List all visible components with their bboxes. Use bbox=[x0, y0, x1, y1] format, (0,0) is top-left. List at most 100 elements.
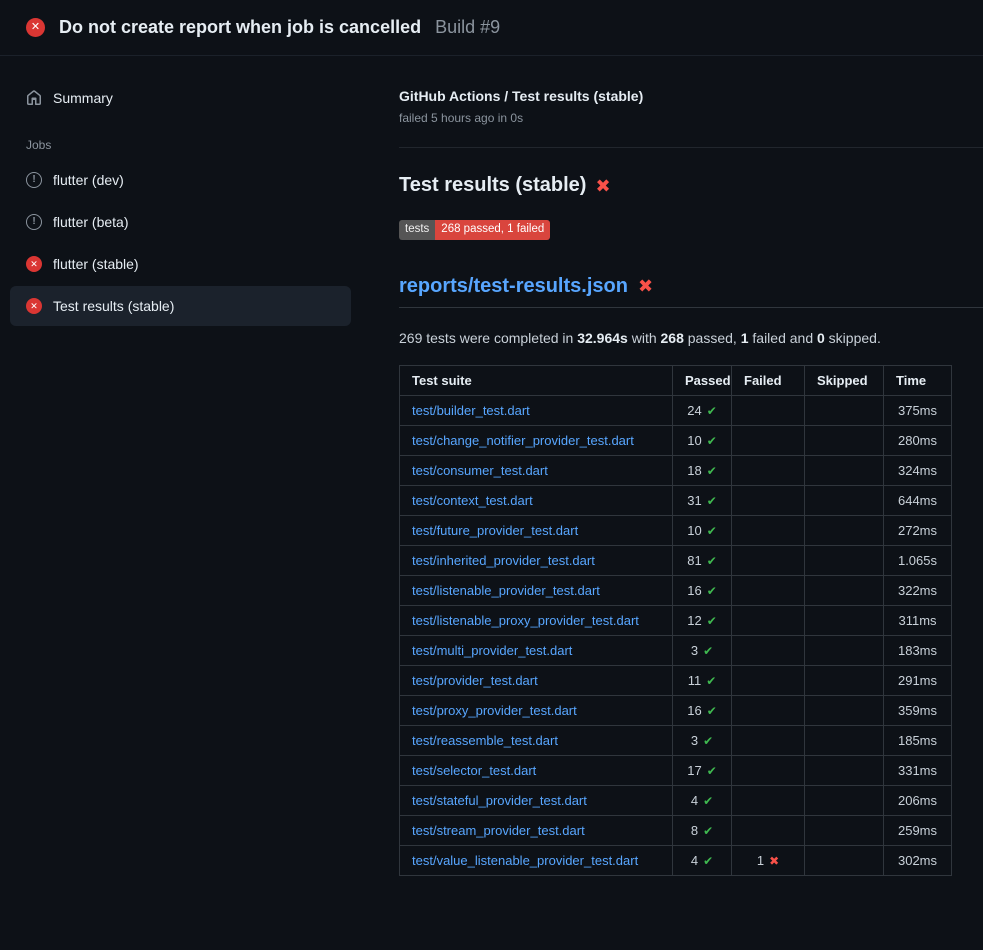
check-icon: ✔ bbox=[703, 734, 713, 748]
test-suite-link[interactable]: test/consumer_test.dart bbox=[412, 463, 548, 478]
check-icon: ✔ bbox=[707, 434, 717, 448]
report-link[interactable]: reports/test-results.json bbox=[399, 275, 628, 298]
test-suite-link[interactable]: test/proxy_provider_test.dart bbox=[412, 703, 577, 718]
passed-cell: 17✔ bbox=[673, 755, 732, 785]
check-icon: ✔ bbox=[703, 644, 713, 658]
test-suite-link[interactable]: test/listenable_provider_test.dart bbox=[412, 583, 600, 598]
suite-cell: test/context_test.dart bbox=[400, 485, 673, 515]
summary-duration: 32.964s bbox=[577, 330, 628, 346]
test-suite-link[interactable]: test/reassemble_test.dart bbox=[412, 733, 558, 748]
test-suite-link[interactable]: test/change_notifier_provider_test.dart bbox=[412, 433, 634, 448]
skipped-cell bbox=[805, 515, 884, 545]
sidebar-item-test-results-stable[interactable]: ✕ Test results (stable) bbox=[10, 286, 351, 326]
sidebar-item-flutter-beta[interactable]: ! flutter (beta) bbox=[10, 202, 351, 242]
passed-cell: 16 ✔ bbox=[673, 575, 732, 605]
time-cell: 644ms bbox=[884, 485, 952, 515]
check-icon: ✔ bbox=[703, 854, 713, 868]
passed-count: 10 bbox=[687, 433, 701, 448]
failed-cell bbox=[732, 755, 805, 785]
test-suite-link[interactable]: test/inherited_provider_test.dart bbox=[412, 553, 595, 568]
suite-cell: test/builder_test.dart bbox=[400, 395, 673, 425]
test-suite-link[interactable]: test/multi_provider_test.dart bbox=[412, 643, 572, 658]
check-icon: ✔ bbox=[707, 584, 717, 598]
sidebar-item-summary[interactable]: Summary bbox=[10, 78, 351, 118]
results-table-body: test/builder_test.dart24✔375mstest/chang… bbox=[400, 395, 952, 875]
suite-cell: test/listenable_proxy_provider_test.dart bbox=[400, 605, 673, 635]
suite-cell: test/proxy_provider_test.dart bbox=[400, 695, 673, 725]
passed-count: 8 bbox=[691, 823, 698, 838]
test-suite-link[interactable]: test/selector_test.dart bbox=[412, 763, 536, 778]
check-icon: ✔ bbox=[707, 704, 717, 718]
failed-cell bbox=[732, 725, 805, 755]
jobs-section-label: Jobs bbox=[26, 138, 361, 152]
check-icon: ✔ bbox=[707, 404, 717, 418]
column-header-failed: Failed bbox=[732, 365, 805, 395]
skipped-cell bbox=[805, 725, 884, 755]
table-row: test/inherited_provider_test.dart81✔1.06… bbox=[400, 545, 952, 575]
test-suite-link[interactable]: test/value_listenable_provider_test.dart bbox=[412, 853, 638, 868]
passed-cell: 81✔ bbox=[673, 545, 732, 575]
table-row: test/reassemble_test.dart3✔185ms bbox=[400, 725, 952, 755]
suite-cell: test/reassemble_test.dart bbox=[400, 725, 673, 755]
table-row: test/future_provider_test.dart10✔272ms bbox=[400, 515, 952, 545]
failed-cell bbox=[732, 815, 805, 845]
sidebar-item-flutter-dev[interactable]: ! flutter (dev) bbox=[10, 160, 351, 200]
passed-count: 16 bbox=[687, 583, 701, 598]
time-cell: 259ms bbox=[884, 815, 952, 845]
test-suite-link[interactable]: test/stateful_provider_test.dart bbox=[412, 793, 587, 808]
skipped-cell bbox=[805, 575, 884, 605]
passed-count: 10 bbox=[687, 523, 701, 538]
suite-cell: test/multi_provider_test.dart bbox=[400, 635, 673, 665]
summary-text: passed, bbox=[684, 330, 741, 346]
time-cell: 185ms bbox=[884, 725, 952, 755]
table-row: test/stream_provider_test.dart8✔259ms bbox=[400, 815, 952, 845]
skipped-cell bbox=[805, 635, 884, 665]
report-heading: reports/test-results.json ✖ bbox=[399, 275, 983, 308]
neutral-status-icon: ! bbox=[26, 172, 42, 188]
test-suite-link[interactable]: test/provider_test.dart bbox=[412, 673, 538, 688]
test-suite-link[interactable]: test/context_test.dart bbox=[412, 493, 533, 508]
table-row: test/change_notifier_provider_test.dart 1… bbox=[400, 425, 952, 455]
column-header-test-suite: Test suite bbox=[400, 365, 673, 395]
check-icon: ✔ bbox=[703, 824, 713, 838]
build-number: Build #9 bbox=[435, 17, 500, 38]
table-row: test/value_listenable_provider_test.dart… bbox=[400, 845, 952, 875]
passed-count: 3 bbox=[691, 733, 698, 748]
passed-cell: 31✔ bbox=[673, 485, 732, 515]
time-cell: 183ms bbox=[884, 635, 952, 665]
table-row: test/stateful_provider_test.dart4✔206ms bbox=[400, 785, 952, 815]
column-header-skipped: Skipped bbox=[805, 365, 884, 395]
failed-cell: 1✖ bbox=[732, 845, 805, 875]
skipped-cell bbox=[805, 815, 884, 845]
failed-cell bbox=[732, 545, 805, 575]
test-suite-link[interactable]: test/future_provider_test.dart bbox=[412, 523, 578, 538]
test-suite-link[interactable]: test/builder_test.dart bbox=[412, 403, 530, 418]
neutral-status-icon: ! bbox=[26, 214, 42, 230]
suite-cell: test/listenable_provider_test.dart bbox=[400, 575, 673, 605]
passed-cell: 8✔ bbox=[673, 815, 732, 845]
x-icon: ✖ bbox=[638, 277, 653, 295]
time-cell: 375ms bbox=[884, 395, 952, 425]
section-heading: Test results (stable) ✖ bbox=[399, 174, 983, 197]
time-cell: 324ms bbox=[884, 455, 952, 485]
table-row: test/consumer_test.dart18✔324ms bbox=[400, 455, 952, 485]
passed-count: 4 bbox=[691, 793, 698, 808]
passed-cell: 16✔ bbox=[673, 695, 732, 725]
time-cell: 291ms bbox=[884, 665, 952, 695]
results-table: Test suite Passed Failed Skipped Time te… bbox=[399, 365, 952, 876]
passed-cell: 3✔ bbox=[673, 725, 732, 755]
failed-cell bbox=[732, 515, 805, 545]
check-icon: ✔ bbox=[707, 524, 717, 538]
failed-cell bbox=[732, 395, 805, 425]
check-icon: ✔ bbox=[703, 794, 713, 808]
suite-cell: test/change_notifier_provider_test.dart bbox=[400, 425, 673, 455]
passed-count: 18 bbox=[687, 463, 701, 478]
home-icon bbox=[26, 90, 42, 106]
sidebar-item-label: Test results (stable) bbox=[53, 298, 174, 314]
test-suite-link[interactable]: test/stream_provider_test.dart bbox=[412, 823, 585, 838]
sidebar-item-label: flutter (beta) bbox=[53, 214, 128, 230]
sidebar-item-flutter-stable[interactable]: ✕ flutter (stable) bbox=[10, 244, 351, 284]
tests-badge: tests 268 passed, 1 failed bbox=[399, 220, 550, 240]
badge-value: 268 passed, 1 failed bbox=[435, 220, 550, 240]
test-suite-link[interactable]: test/listenable_proxy_provider_test.dart bbox=[412, 613, 639, 628]
